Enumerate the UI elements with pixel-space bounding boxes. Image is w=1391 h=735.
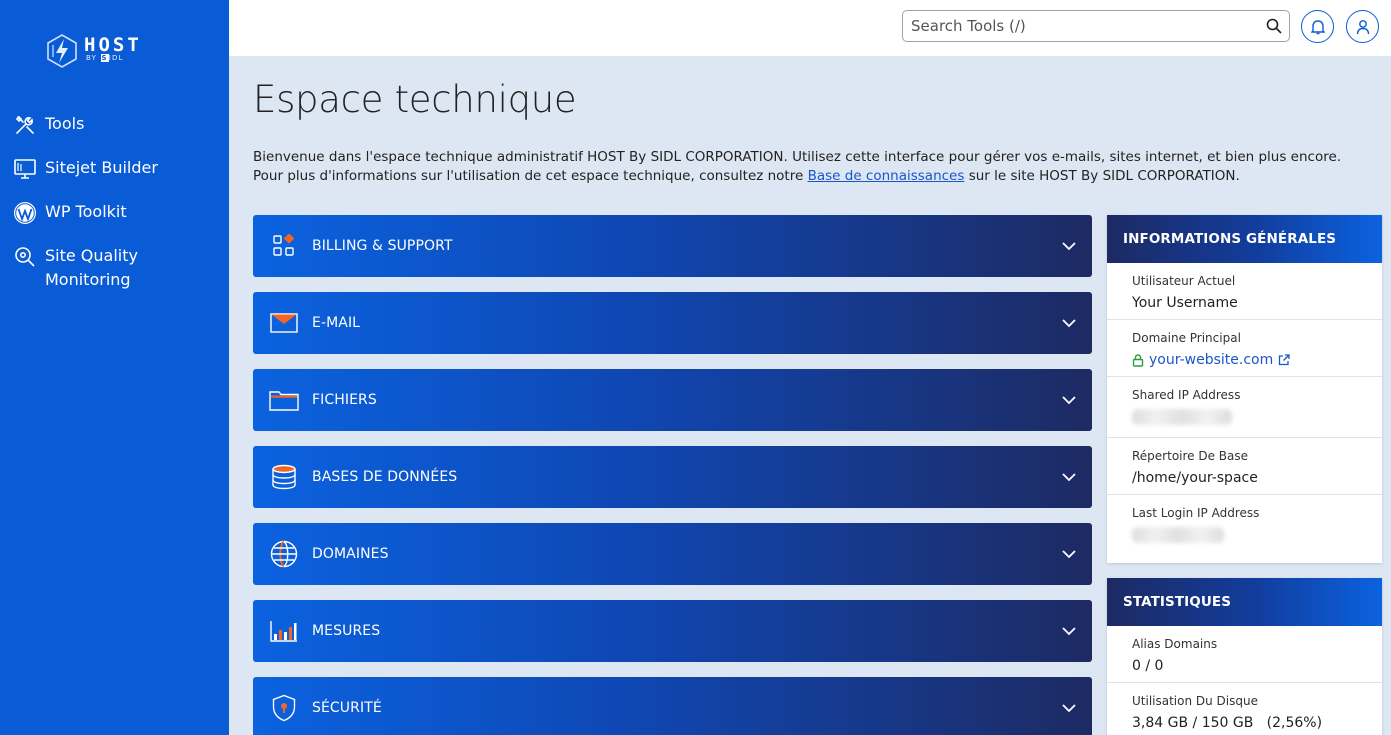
chevron-down-icon [1060, 545, 1078, 563]
external-link-icon [1279, 354, 1290, 366]
section-domaines[interactable]: DOMAINES [253, 523, 1092, 585]
sidebar-item-wp-toolkit[interactable]: WP Toolkit [0, 198, 229, 228]
apps-icon [269, 231, 299, 261]
section-fichiers[interactable]: FICHIERS [253, 369, 1092, 431]
redacted-value [1132, 409, 1232, 425]
sidebar-nav: Tools Sitejet Builder WP Toolkit Site Qu… [0, 110, 229, 308]
section-label: DOMAINES [312, 546, 389, 562]
bell-icon [1310, 19, 1325, 34]
host-logo[interactable]: HOST BY SIDL [46, 32, 172, 70]
stat-label: Alias Domains [1132, 637, 1218, 651]
section-label: SÉCURITÉ [312, 700, 382, 716]
shield-icon [269, 693, 299, 723]
chevron-down-icon [1060, 237, 1078, 255]
notifications-button[interactable] [1301, 10, 1334, 43]
knowledge-base-link[interactable]: Base de connaissances [808, 168, 965, 184]
stat-value: 0 / 0 [1132, 658, 1164, 674]
info-value: /home/your-space [1132, 470, 1258, 486]
page-title: Espace technique [253, 78, 577, 121]
database-icon [269, 462, 299, 492]
chevron-down-icon [1060, 699, 1078, 717]
folder-icon [269, 385, 299, 415]
section-bases-de-donnees[interactable]: BASES DE DONNÉES [253, 446, 1092, 508]
statistics-panel: STATISTIQUES Alias Domains 0 / 0 Utilisa… [1107, 578, 1382, 735]
sidebar-item-label: WP Toolkit [45, 202, 127, 221]
sidebar-item-tools[interactable]: Tools [0, 110, 229, 140]
stat-row-alias-domains: Alias Domains 0 / 0 [1107, 626, 1382, 683]
search-icon[interactable] [1259, 11, 1289, 41]
section-email[interactable]: E-MAIL [253, 292, 1092, 354]
section-label: BASES DE DONNÉES [312, 469, 458, 485]
sidebar: HOST BY SIDL Tools Sitejet Builder WP To… [0, 0, 229, 735]
logo-tagline-suffix: IDL [108, 54, 124, 62]
info-label: Répertoire De Base [1132, 449, 1249, 463]
monitor-icon [12, 156, 38, 182]
info-label: Utilisateur Actuel [1132, 274, 1236, 288]
info-row-current-user: Utilisateur Actuel Your Username [1107, 263, 1382, 320]
envelope-icon [269, 308, 299, 338]
top-bar [229, 0, 1391, 56]
chevron-down-icon [1060, 468, 1078, 486]
search-box [902, 10, 1290, 42]
section-billing-support[interactable]: BILLING & SUPPORT [253, 215, 1092, 277]
globe-icon [269, 539, 299, 569]
wordpress-icon [12, 200, 38, 226]
logo-mark-icon [47, 34, 77, 68]
info-row-primary-domain: Domaine Principal your-website.com [1107, 320, 1382, 377]
section-securite[interactable]: SÉCURITÉ [253, 677, 1092, 735]
stat-label: Utilisation Du Disque [1132, 694, 1258, 708]
logo-tagline-badge: S [100, 54, 109, 62]
info-label: Last Login IP Address [1132, 506, 1260, 520]
info-label: Shared IP Address [1132, 388, 1241, 402]
redacted-value [1132, 527, 1224, 543]
search-settings-icon [12, 244, 38, 270]
sidebar-item-sitejet-builder[interactable]: Sitejet Builder [0, 154, 229, 184]
user-menu-button[interactable] [1346, 10, 1379, 43]
sidebar-item-label: Site Quality Monitoring [45, 246, 138, 289]
search-input[interactable] [903, 12, 1259, 40]
stat-value: 3,84 GB / 150 GB (2,56%) [1132, 715, 1323, 731]
general-info-panel: INFORMATIONS GÉNÉRALES Utilisateur Actue… [1107, 215, 1382, 563]
section-label: BILLING & SUPPORT [312, 238, 453, 254]
bar-chart-icon [269, 616, 299, 646]
section-label: FICHIERS [312, 392, 377, 408]
section-label: MESURES [312, 623, 381, 639]
chevron-down-icon [1060, 622, 1078, 640]
panel-title: INFORMATIONS GÉNÉRALES [1107, 215, 1382, 263]
logo-tagline: BY SIDL [86, 54, 124, 62]
chevron-down-icon [1060, 391, 1078, 409]
tool-sections: BILLING & SUPPORT E-MAIL FICHIERS BASES … [253, 215, 1092, 735]
info-value-redacted [1132, 409, 1382, 437]
sidebar-item-label: Tools [45, 114, 85, 133]
tools-icon [12, 112, 38, 138]
user-icon [1356, 19, 1369, 34]
info-row-last-login-ip: Last Login IP Address [1107, 495, 1382, 555]
lock-icon [1132, 353, 1144, 367]
info-value-redacted [1132, 527, 1382, 555]
logo-tagline-prefix: BY [86, 54, 98, 62]
intro-text-end: sur le site HOST By SIDL CORPORATION. [964, 168, 1240, 184]
panel-title: STATISTIQUES [1107, 578, 1382, 626]
info-value: Your Username [1132, 295, 1238, 311]
section-mesures[interactable]: MESURES [253, 600, 1092, 662]
primary-domain-link[interactable]: your-website.com [1132, 352, 1382, 376]
info-label: Domaine Principal [1132, 331, 1241, 345]
info-row-shared-ip: Shared IP Address [1107, 377, 1382, 438]
section-label: E-MAIL [312, 315, 361, 331]
chevron-down-icon [1060, 314, 1078, 332]
sidebar-item-site-quality-monitoring[interactable]: Site Quality Monitoring [0, 242, 229, 294]
primary-domain-text: your-website.com [1149, 352, 1274, 368]
info-row-home-directory: Répertoire De Base /home/your-space [1107, 438, 1382, 495]
logo-text: HOST [84, 34, 142, 56]
stat-row-disk-usage: Utilisation Du Disque 3,84 GB / 150 GB (… [1107, 683, 1382, 735]
sidebar-item-label: Sitejet Builder [45, 158, 158, 177]
intro-text: Bienvenue dans l'espace technique admini… [253, 148, 1373, 186]
